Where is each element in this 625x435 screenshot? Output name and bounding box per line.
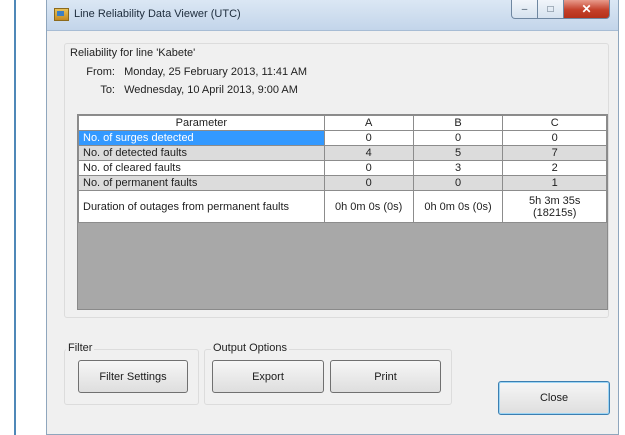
value-cell-b[interactable]: 3 bbox=[412, 160, 504, 176]
filter-settings-button[interactable]: Filter Settings bbox=[78, 360, 188, 393]
table-row[interactable]: No. of detected faults 4 5 7 bbox=[78, 145, 607, 161]
parameter-cell[interactable]: Duration of outages from permanent fault… bbox=[78, 190, 325, 223]
reliability-heading: Reliability for line 'Kabete' bbox=[70, 47, 196, 59]
maximize-icon[interactable]: □ bbox=[538, 0, 564, 19]
from-row: From: Monday, 25 February 2013, 11:41 AM bbox=[71, 66, 307, 78]
header-row: Parameter A B C bbox=[78, 115, 607, 131]
close-button[interactable]: Close bbox=[498, 381, 610, 415]
value-cell-a[interactable]: 0 bbox=[323, 160, 414, 176]
from-value: Monday, 25 February 2013, 11:41 AM bbox=[124, 66, 308, 78]
page-edge-rule bbox=[14, 0, 16, 435]
value-cell-c[interactable]: 2 bbox=[502, 160, 607, 176]
parameter-cell[interactable]: No. of cleared faults bbox=[78, 160, 325, 176]
print-button[interactable]: Print bbox=[330, 360, 441, 393]
table-row[interactable]: Duration of outages from permanent fault… bbox=[78, 190, 607, 223]
from-label: From: bbox=[86, 66, 115, 78]
chart-window-icon bbox=[54, 8, 69, 21]
table-row[interactable]: No. of cleared faults 0 3 2 bbox=[78, 160, 607, 176]
value-cell-a[interactable]: 4 bbox=[323, 145, 414, 161]
reliability-grid[interactable]: Parameter A B C No. of surges detected 0… bbox=[77, 114, 608, 310]
value-cell-c[interactable]: 7 bbox=[502, 145, 607, 161]
column-header-parameter[interactable]: Parameter bbox=[78, 115, 325, 131]
value-cell-a[interactable]: 0 bbox=[323, 175, 414, 191]
parameter-cell[interactable]: No. of surges detected bbox=[78, 130, 325, 146]
filter-group-label: Filter bbox=[66, 342, 95, 354]
column-header-b[interactable]: B bbox=[412, 115, 504, 131]
value-cell-c[interactable]: 1 bbox=[502, 175, 607, 191]
to-label: To: bbox=[100, 84, 115, 96]
value-cell-c[interactable]: 5h 3m 35s (18215s) bbox=[502, 190, 607, 223]
column-header-c[interactable]: C bbox=[502, 115, 607, 131]
window-title: Line Reliability Data Viewer (UTC) bbox=[74, 8, 241, 20]
table-row[interactable]: No. of surges detected 0 0 0 bbox=[78, 130, 607, 146]
parameter-cell[interactable]: No. of detected faults bbox=[78, 145, 325, 161]
reliability-table: Parameter A B C No. of surges detected 0… bbox=[78, 115, 607, 223]
export-button[interactable]: Export bbox=[212, 360, 324, 393]
to-value: Wednesday, 10 April 2013, 9:00 AM bbox=[124, 84, 298, 96]
value-cell-b[interactable]: 0h 0m 0s (0s) bbox=[412, 190, 504, 223]
value-cell-a[interactable]: 0 bbox=[323, 130, 414, 146]
output-options-label: Output Options bbox=[211, 342, 289, 354]
to-row: To: Wednesday, 10 April 2013, 9:00 AM bbox=[71, 84, 298, 96]
value-cell-b[interactable]: 0 bbox=[412, 130, 504, 146]
column-header-a[interactable]: A bbox=[323, 115, 414, 131]
value-cell-a[interactable]: 0h 0m 0s (0s) bbox=[323, 190, 414, 223]
close-icon[interactable]: ✕ bbox=[564, 0, 610, 19]
minimize-icon[interactable]: – bbox=[511, 0, 538, 19]
table-row[interactable]: No. of permanent faults 0 0 1 bbox=[78, 175, 607, 191]
value-cell-b[interactable]: 0 bbox=[412, 175, 504, 191]
window-controls: – □ ✕ bbox=[511, 0, 610, 20]
title-bar[interactable]: Line Reliability Data Viewer (UTC) – □ ✕ bbox=[47, 0, 618, 31]
app-window: Line Reliability Data Viewer (UTC) – □ ✕… bbox=[46, 0, 619, 435]
parameter-cell[interactable]: No. of permanent faults bbox=[78, 175, 325, 191]
value-cell-b[interactable]: 5 bbox=[412, 145, 504, 161]
value-cell-c[interactable]: 0 bbox=[502, 130, 607, 146]
